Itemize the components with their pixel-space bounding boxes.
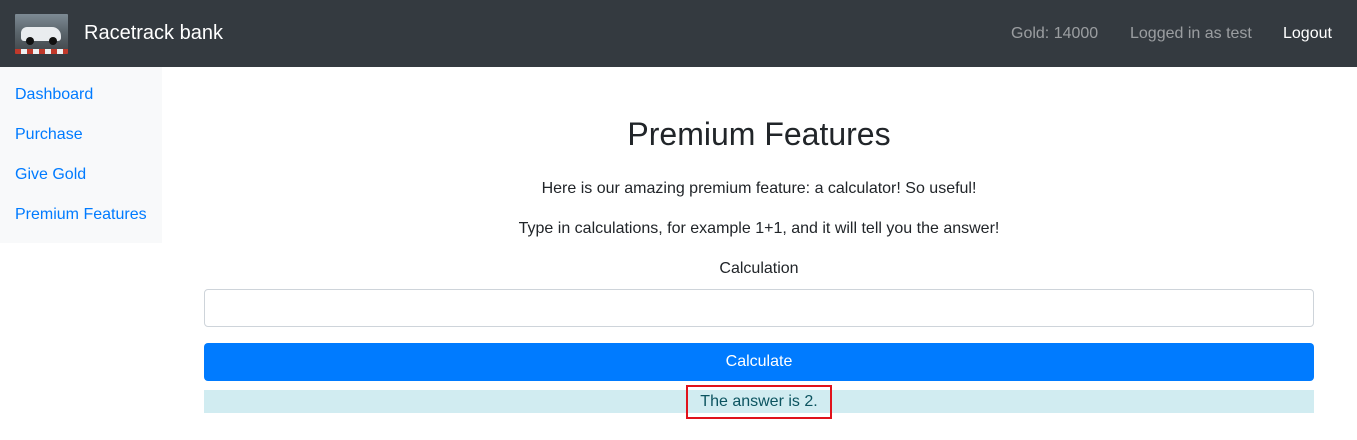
calculate-button[interactable]: Calculate: [204, 343, 1314, 381]
top-navbar: Racetrack bank Gold: 14000 Logged in as …: [0, 0, 1357, 67]
sidebar: Dashboard Purchase Give Gold Premium Fea…: [0, 67, 162, 243]
logout-link[interactable]: Logout: [1283, 25, 1332, 43]
sidebar-item-give-gold[interactable]: Give Gold: [15, 166, 86, 184]
gold-balance: Gold: 14000: [1011, 25, 1099, 42]
brand-name[interactable]: Racetrack bank: [84, 22, 223, 45]
result-text: The answer is 2.: [686, 385, 832, 419]
calculation-input[interactable]: [204, 289, 1314, 327]
calculation-label: Calculation: [719, 260, 799, 277]
sidebar-item-premium-features[interactable]: Premium Features: [15, 206, 147, 224]
instructions-text: Type in calculations, for example 1+1, a…: [518, 220, 1000, 237]
page-title: Premium Features: [627, 116, 891, 152]
sidebar-item-dashboard[interactable]: Dashboard: [15, 86, 93, 104]
sidebar-item-purchase[interactable]: Purchase: [15, 126, 83, 144]
brand-logo[interactable]: [15, 14, 68, 54]
intro-text: Here is our amazing premium feature: a c…: [541, 180, 977, 197]
logged-in-user: Logged in as test: [1130, 25, 1252, 42]
